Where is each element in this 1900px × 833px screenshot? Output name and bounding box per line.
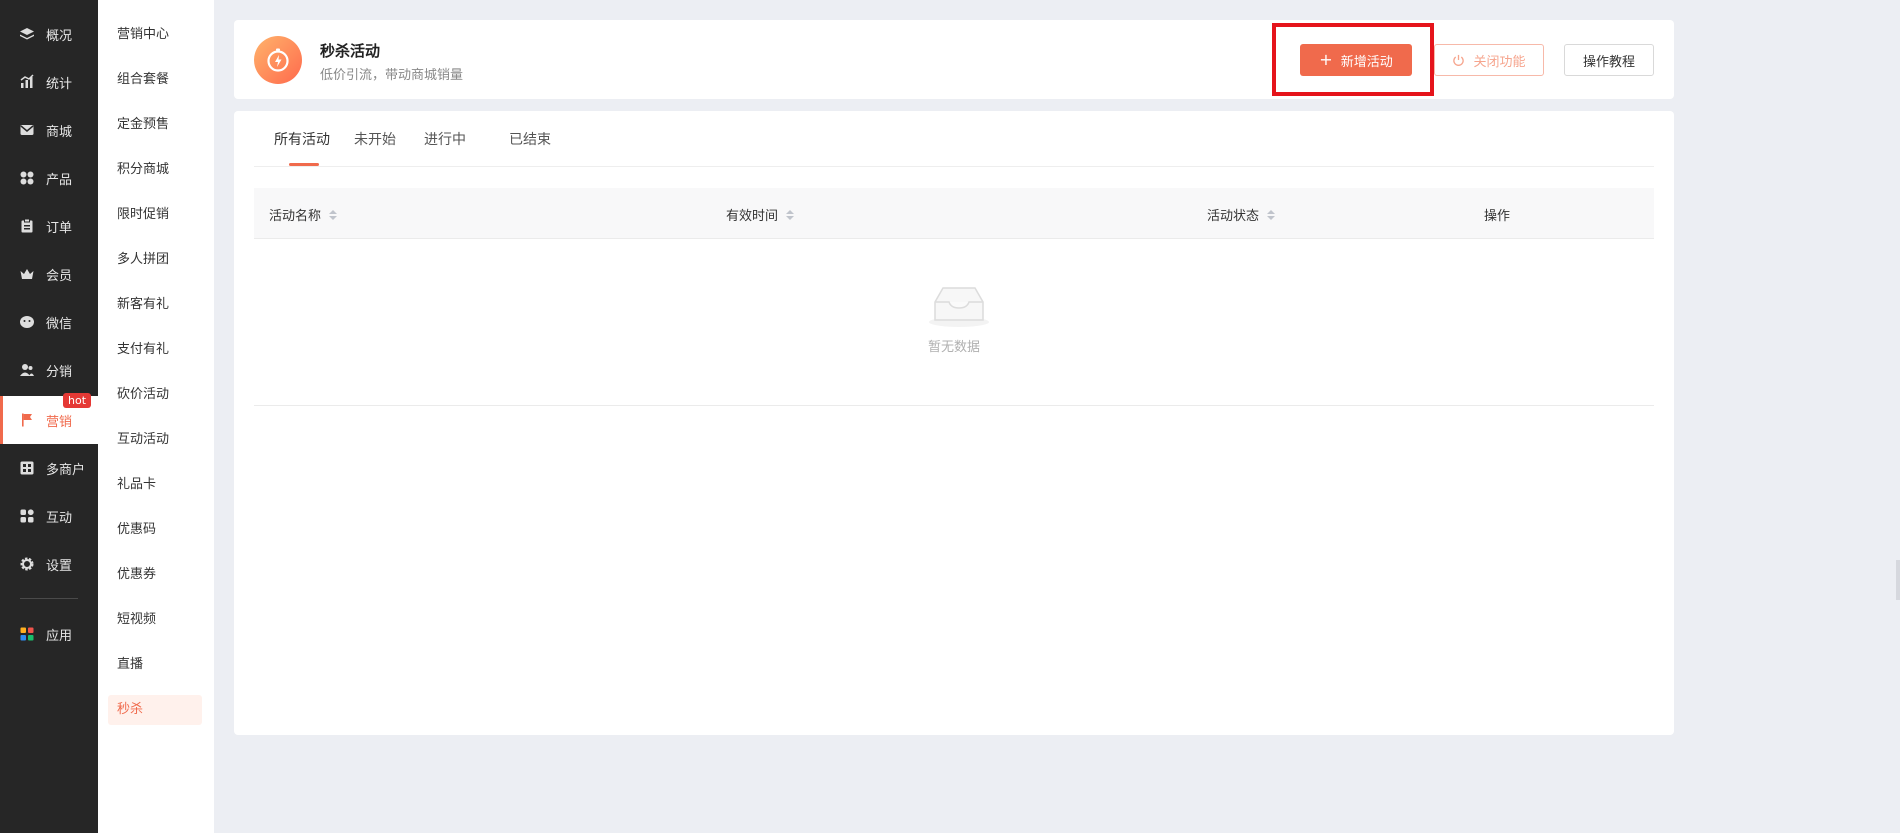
nav-label: 订单 [46, 220, 73, 236]
nav-label: 多商户 [46, 462, 86, 478]
activity-list-card: 所有活动 未开始 进行中 已结束 活动名称 有效时间 活动状态 操作 暂无数据 [234, 111, 1674, 735]
column-activity-name[interactable]: 活动名称 [269, 205, 338, 224]
nav-item-overview[interactable]: 概况 [0, 10, 98, 58]
nav-item-multi-merchant[interactable]: 多商户 [0, 444, 98, 492]
tab-in-progress[interactable]: 进行中 [424, 129, 466, 149]
nav-label: 设置 [46, 558, 73, 574]
tutorial-button[interactable]: 操作教程 [1564, 44, 1654, 76]
submenu-item[interactable]: 礼品卡 [108, 470, 202, 500]
nav-item-mall[interactable]: 商城 [0, 106, 98, 154]
chart-icon [18, 73, 36, 91]
stopwatch-icon [254, 36, 302, 84]
mail-icon [18, 121, 36, 139]
layers-icon [18, 25, 36, 43]
submenu-item[interactable]: 互动活动 [108, 425, 202, 455]
column-label: 活动状态 [1207, 209, 1260, 224]
nav-label: 商城 [46, 124, 73, 140]
nav-item-interaction[interactable]: 互动 [0, 492, 98, 540]
nav-item-distribution[interactable]: 分销 [0, 346, 98, 394]
nav-label: 统计 [46, 76, 73, 92]
empty-inbox-icon [927, 286, 991, 332]
submenu-item[interactable]: 优惠码 [108, 515, 202, 545]
clipboard-icon [18, 217, 36, 235]
nav-item-order[interactable]: 订单 [0, 202, 98, 250]
sort-icon[interactable] [329, 209, 338, 220]
add-activity-label: 新增活动 [1340, 54, 1393, 70]
nav-label: 微信 [46, 316, 73, 332]
table-header: 活动名称 有效时间 活动状态 操作 [254, 188, 1654, 239]
main-sidebar: 概况 统计 商城 产品 订单 会员 微信 分销 营销 hot 多商户 互动 设置… [0, 0, 98, 833]
nav-label: 互动 [46, 510, 73, 526]
nav-label: 分销 [46, 364, 73, 380]
submenu-item[interactable]: 新客有礼 [108, 290, 202, 320]
nav-label: 概况 [46, 28, 73, 44]
nav-item-product[interactable]: 产品 [0, 154, 98, 202]
submenu-item[interactable]: 营销中心 [108, 20, 202, 50]
column-valid-time[interactable]: 有效时间 [726, 205, 795, 224]
hot-badge: hot [63, 393, 92, 408]
column-label: 有效时间 [726, 209, 779, 224]
flag-icon [18, 411, 36, 429]
wechat-icon [18, 313, 36, 331]
nav-label: 应用 [46, 628, 73, 644]
submenu-item[interactable]: 优惠券 [108, 560, 202, 590]
page-subtitle: 低价引流，带动商城销量 [320, 68, 464, 83]
apps-icon [18, 507, 36, 525]
submenu-item[interactable]: 多人拼团 [108, 245, 202, 275]
marketing-submenu: 营销中心 组合套餐 定金预售 积分商城 限时促销 多人拼团 新客有礼 支付有礼 … [98, 0, 214, 833]
nav-label: 营销 [46, 414, 73, 430]
tab-all[interactable]: 所有活动 [274, 129, 330, 149]
crown-icon [18, 265, 36, 283]
submenu-item[interactable]: 组合套餐 [108, 65, 202, 95]
nav-label: 会员 [46, 268, 73, 284]
activity-tabs: 所有活动 未开始 进行中 已结束 [254, 111, 1654, 167]
tab-ended[interactable]: 已结束 [509, 129, 551, 149]
column-actions: 操作 [1484, 205, 1510, 224]
sort-icon[interactable] [786, 209, 795, 220]
tab-not-started[interactable]: 未开始 [354, 129, 396, 149]
nav-label: 产品 [46, 172, 73, 188]
page-title: 秒杀活动 [320, 42, 381, 60]
column-activity-status[interactable]: 活动状态 [1207, 205, 1276, 224]
disable-feature-label: 关闭功能 [1473, 54, 1526, 70]
column-label: 操作 [1484, 209, 1511, 224]
nav-item-wechat[interactable]: 微信 [0, 298, 98, 346]
tab-active-indicator [289, 163, 319, 166]
submenu-item[interactable]: 砍价活动 [108, 380, 202, 410]
users-icon [18, 361, 36, 379]
empty-text: 暂无数据 [927, 340, 980, 355]
nav-item-settings[interactable]: 设置 [0, 540, 98, 588]
submenu-item[interactable]: 限时促销 [108, 200, 202, 230]
submenu-item[interactable]: 直播 [108, 650, 202, 680]
grid-icon [18, 169, 36, 187]
submenu-item[interactable]: 定金预售 [108, 110, 202, 140]
power-icon [1452, 54, 1465, 67]
empty-state: 暂无数据 [254, 239, 1654, 406]
submenu-item[interactable]: 支付有礼 [108, 335, 202, 365]
app-colored-icon [18, 625, 36, 643]
store-icon [18, 459, 36, 477]
nav-item-stats[interactable]: 统计 [0, 58, 98, 106]
disable-feature-button[interactable]: 关闭功能 [1434, 44, 1544, 76]
nav-item-apps[interactable]: 应用 [0, 610, 98, 658]
submenu-item-flash-sale[interactable]: 秒杀 [108, 695, 202, 725]
add-activity-button[interactable]: + 新增活动 [1300, 44, 1412, 76]
column-label: 活动名称 [269, 209, 322, 224]
sort-icon[interactable] [1267, 209, 1276, 220]
page-header-card: 秒杀活动 低价引流，带动商城销量 + 新增活动 关闭功能 操作教程 [234, 20, 1674, 99]
gear-icon [18, 555, 36, 573]
nav-divider [20, 598, 78, 599]
submenu-item[interactable]: 积分商城 [108, 155, 202, 185]
page-edge-scroll-handle[interactable] [1896, 560, 1900, 600]
plus-icon: + [1319, 50, 1333, 69]
submenu-item[interactable]: 短视频 [108, 605, 202, 635]
nav-item-member[interactable]: 会员 [0, 250, 98, 298]
